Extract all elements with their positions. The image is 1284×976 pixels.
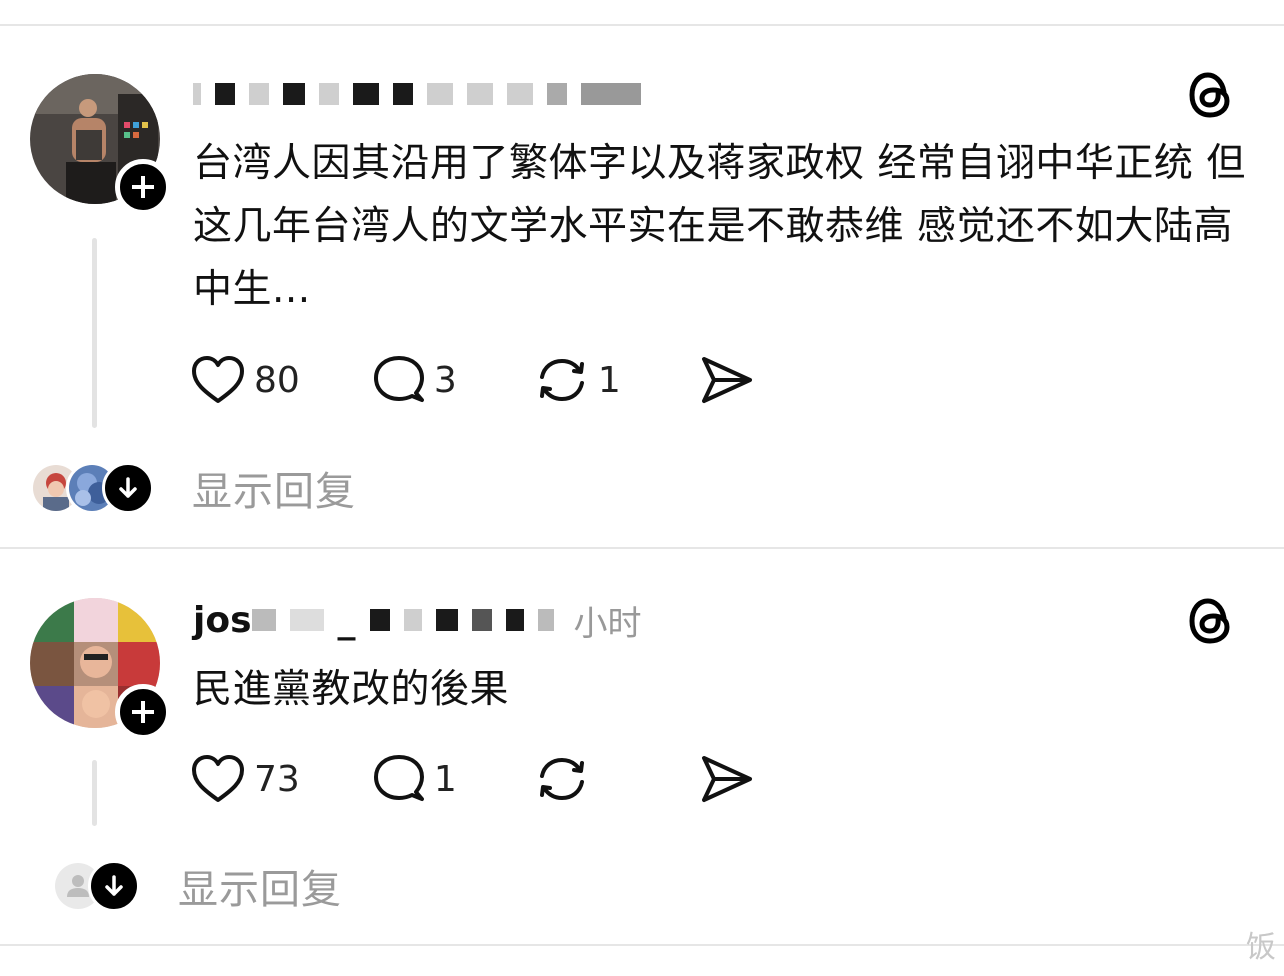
arrow-down-icon [105,875,123,896]
comment-button[interactable]: 1 [370,752,464,806]
send-icon [701,357,752,403]
comment-bubble-icon [373,356,424,402]
post-2-text: 民進黨教改的後果 [193,667,510,712]
like-count: 80 [254,359,300,401]
post-1-thread-line [92,238,97,428]
bottom-divider [0,944,1284,946]
watermark: 饭 [1246,930,1276,965]
send-icon [701,756,752,802]
post-2-timestamp: 小时 [573,603,642,644]
post-2-replies-row[interactable]: 显示回复 [52,857,342,915]
comment-button[interactable]: 3 [370,353,464,407]
show-replies-label[interactable]: 显示回复 [192,459,356,517]
comment-bubble-icon [373,755,424,801]
repost-button[interactable]: 1 [534,353,628,407]
arrow-down-icon [119,477,137,498]
top-divider [0,24,1284,26]
repost-count: 1 [597,359,621,401]
plus-icon [132,701,154,723]
plus-icon [132,176,154,198]
post-2-username[interactable]: jos _ 小时 [193,600,642,644]
show-replies-label[interactable]: 显示回复 [178,857,342,915]
share-button[interactable] [698,353,754,407]
repost-icon [539,358,584,402]
post-1-replies-row[interactable]: 显示回复 [30,459,356,517]
post-2-thread-line [92,760,97,826]
comment-count: 1 [433,758,457,800]
expand-replies-button[interactable] [102,462,154,514]
expand-replies-button[interactable] [88,860,140,912]
threads-logo-icon[interactable] [1188,596,1234,646]
post-2-follow-button[interactable] [115,684,171,740]
repost-icon [539,757,584,801]
post-divider [0,547,1284,549]
like-button[interactable]: 73 [190,752,300,806]
repost-button[interactable] [534,752,628,806]
share-button[interactable] [698,752,754,806]
post-1-username[interactable] [193,74,661,114]
heart-icon [192,755,244,802]
threads-logo-icon[interactable] [1188,70,1234,120]
post-1-actions: 80 3 1 [190,353,824,407]
like-button[interactable]: 80 [190,353,300,407]
like-count: 73 [254,758,300,800]
comment-count: 3 [433,359,457,401]
heart-icon [192,356,244,403]
post-2-actions: 73 1 [190,752,824,806]
post-1-text: 台湾人因其沿用了繁体字以及蒋家政权 经常自诩中华正统 但这几年台湾人的文学水平实… [193,141,1246,312]
post-1-follow-button[interactable] [115,159,171,215]
